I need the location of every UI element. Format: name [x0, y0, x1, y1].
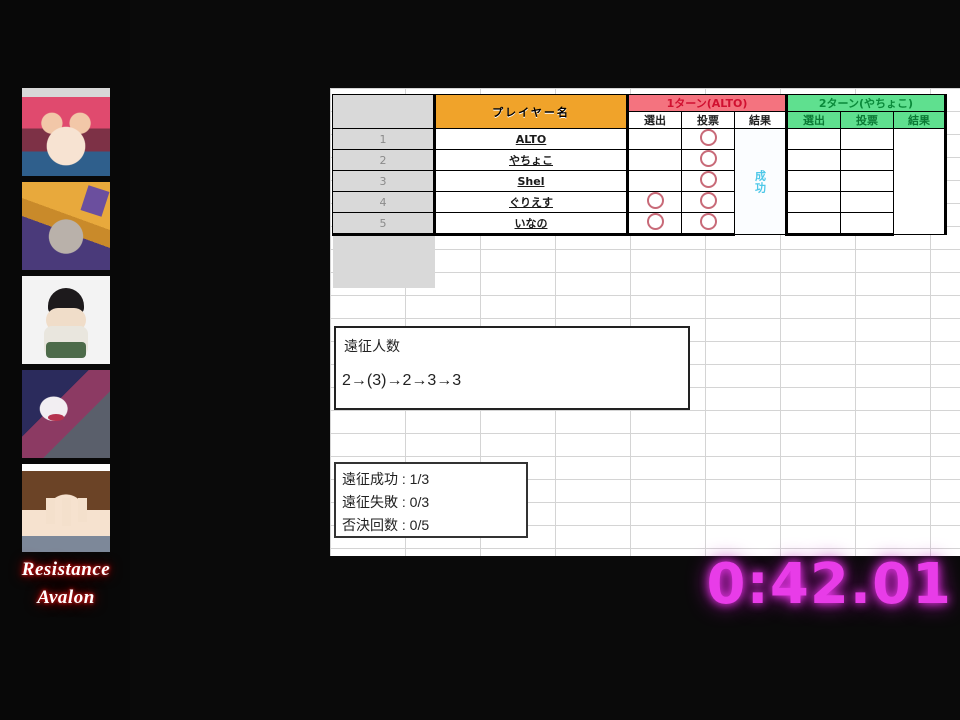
turn2-select-cell[interactable]	[785, 128, 841, 150]
vote-circle-icon	[699, 213, 717, 230]
table-row[interactable]: 3 Shel	[332, 170, 946, 192]
avatar-3	[22, 276, 110, 364]
spacer-t2s	[787, 235, 841, 289]
turn1-select-cell[interactable]	[626, 149, 682, 171]
table-spacer-row	[332, 234, 946, 289]
turn2-select-header: 選出	[785, 111, 841, 129]
expedition-sequence: 2→(3)→2→3→3	[342, 372, 462, 389]
turn2-vote-cell[interactable]	[840, 128, 894, 150]
spreadsheet-capture[interactable]: プレイヤー名 1ターン(ALTO) 2ターン(やちょこ) 選出 投票 結果 選出…	[330, 88, 960, 556]
index-header	[332, 94, 435, 129]
turn2-header: 2ターン(やちょこ)	[785, 94, 947, 112]
player-name-text: ALTO	[515, 132, 547, 146]
turn2-select-cell[interactable]	[785, 191, 841, 213]
mission-stats-box[interactable]: 遠征成功 : 1/3 遠征失敗 : 0/3 否決回数 : 0/5	[334, 462, 528, 538]
avatar-4-art	[22, 370, 110, 458]
avatar-5-bang-mid	[62, 498, 71, 526]
turn2-vote-header: 投票	[840, 111, 894, 129]
vote-circle-icon	[699, 192, 717, 209]
turn2-vote-cell[interactable]	[840, 170, 894, 192]
turn2-vote-cell[interactable]	[840, 191, 894, 213]
turn1-vote-header: 投票	[681, 111, 735, 129]
spacer-index	[332, 234, 435, 288]
expedition-count-box[interactable]: 遠征人数 2→(3)→2→3→3	[334, 326, 690, 410]
row-index: 5	[332, 212, 435, 236]
turn1-header: 1ターン(ALTO)	[626, 94, 787, 112]
speedrun-timer: 0:42.01	[706, 552, 952, 617]
expedition-label: 遠征人数	[344, 338, 400, 354]
turn1-select-cell[interactable]	[626, 170, 682, 192]
player-name-cell[interactable]: Shel	[433, 170, 628, 192]
row-index: 1	[332, 128, 435, 150]
turn2-vote-cell[interactable]	[840, 212, 894, 236]
avatar-4-mouth	[48, 414, 64, 421]
turn1-vote-cell[interactable]	[681, 149, 735, 171]
spacer-t1r	[735, 235, 787, 289]
stat-rejected: 否決回数 : 0/5	[342, 517, 430, 533]
turn2-select-cell[interactable]	[785, 170, 841, 192]
turn1-result-header: 結果	[734, 111, 787, 129]
turn1-vote-cell[interactable]	[681, 191, 735, 213]
spacer-t2v	[841, 235, 894, 289]
game-title-line2: Avalon	[37, 587, 95, 608]
webcam-avatar-column: Resistance Avalon	[0, 0, 130, 720]
select-circle-icon	[646, 192, 664, 209]
player-name-text: Shel	[517, 174, 545, 188]
turn1-vote-cell[interactable]	[681, 170, 735, 192]
turn1-select-header: 選出	[626, 111, 682, 129]
row-index: 3	[332, 170, 435, 192]
avatar-1	[22, 88, 110, 176]
turn1-result-cell: 成功	[734, 128, 787, 235]
stat-success: 遠征成功 : 1/3	[342, 471, 430, 487]
avatar-5-bang-left	[46, 498, 55, 524]
spacer-name	[435, 235, 628, 289]
avatar-1-art	[22, 88, 110, 176]
player-name-text: いなの	[514, 217, 548, 230]
table-header-row-1: プレイヤー名 1ターン(ALTO) 2ターン(やちょこ)	[332, 94, 947, 129]
player-status-table[interactable]: プレイヤー名 1ターン(ALTO) 2ターン(やちょこ) 選出 投票 結果 選出…	[332, 94, 947, 288]
vote-circle-icon	[699, 129, 717, 146]
turn2-select-cell[interactable]	[785, 149, 841, 171]
turn1-vote-cell[interactable]	[681, 128, 735, 150]
game-title-line1: Resistance	[21, 559, 111, 580]
row-index: 2	[332, 149, 435, 171]
player-name-text: ぐりえす	[509, 196, 553, 209]
spacer-t1v	[682, 235, 735, 289]
player-name-text: やちょこ	[509, 154, 553, 167]
turn1-select-cell[interactable]	[626, 128, 682, 150]
row-index: 4	[332, 191, 435, 213]
table-row[interactable]: 1 ALTO 成功	[332, 128, 947, 235]
spacer-t2r	[894, 235, 946, 289]
vote-circle-icon	[699, 171, 717, 188]
turn2-select-cell[interactable]	[785, 212, 841, 236]
table-row[interactable]: 2 やちょこ	[332, 149, 946, 171]
player-name-cell[interactable]: ぐりえす	[433, 191, 628, 213]
stat-failure: 遠征失敗 : 0/3	[342, 494, 430, 510]
player-name-cell[interactable]: いなの	[433, 212, 628, 236]
turn2-vote-cell[interactable]	[840, 149, 894, 171]
avatar-5-bang-right	[78, 498, 87, 522]
turn2-result-cell[interactable]	[893, 128, 947, 235]
avatar-1-banner	[22, 88, 110, 97]
avatar-5	[22, 464, 110, 552]
select-circle-icon	[646, 213, 664, 230]
avatar-3-shirt	[46, 342, 86, 358]
stream-layout: Resistance Avalon プレイヤー名 1ターン(ALTO) 2ターン…	[0, 0, 960, 720]
turn1-select-cell[interactable]	[626, 191, 682, 213]
avatar-4	[22, 370, 110, 458]
table-row[interactable]: 4 ぐりえす	[332, 191, 946, 213]
turn1-vote-cell[interactable]	[681, 212, 735, 236]
turn1-select-cell[interactable]	[626, 212, 682, 236]
spacer-t1s	[628, 235, 682, 289]
turn2-result-header: 結果	[893, 111, 947, 129]
table-row[interactable]: 5 いなの	[332, 212, 946, 236]
player-name-cell[interactable]: やちょこ	[433, 149, 628, 171]
vote-circle-icon	[699, 150, 717, 167]
player-name-cell[interactable]: ALTO	[433, 128, 628, 150]
game-title: Resistance Avalon	[0, 556, 132, 628]
avatar-2	[22, 182, 110, 270]
player-name-header: プレイヤー名	[433, 94, 628, 129]
